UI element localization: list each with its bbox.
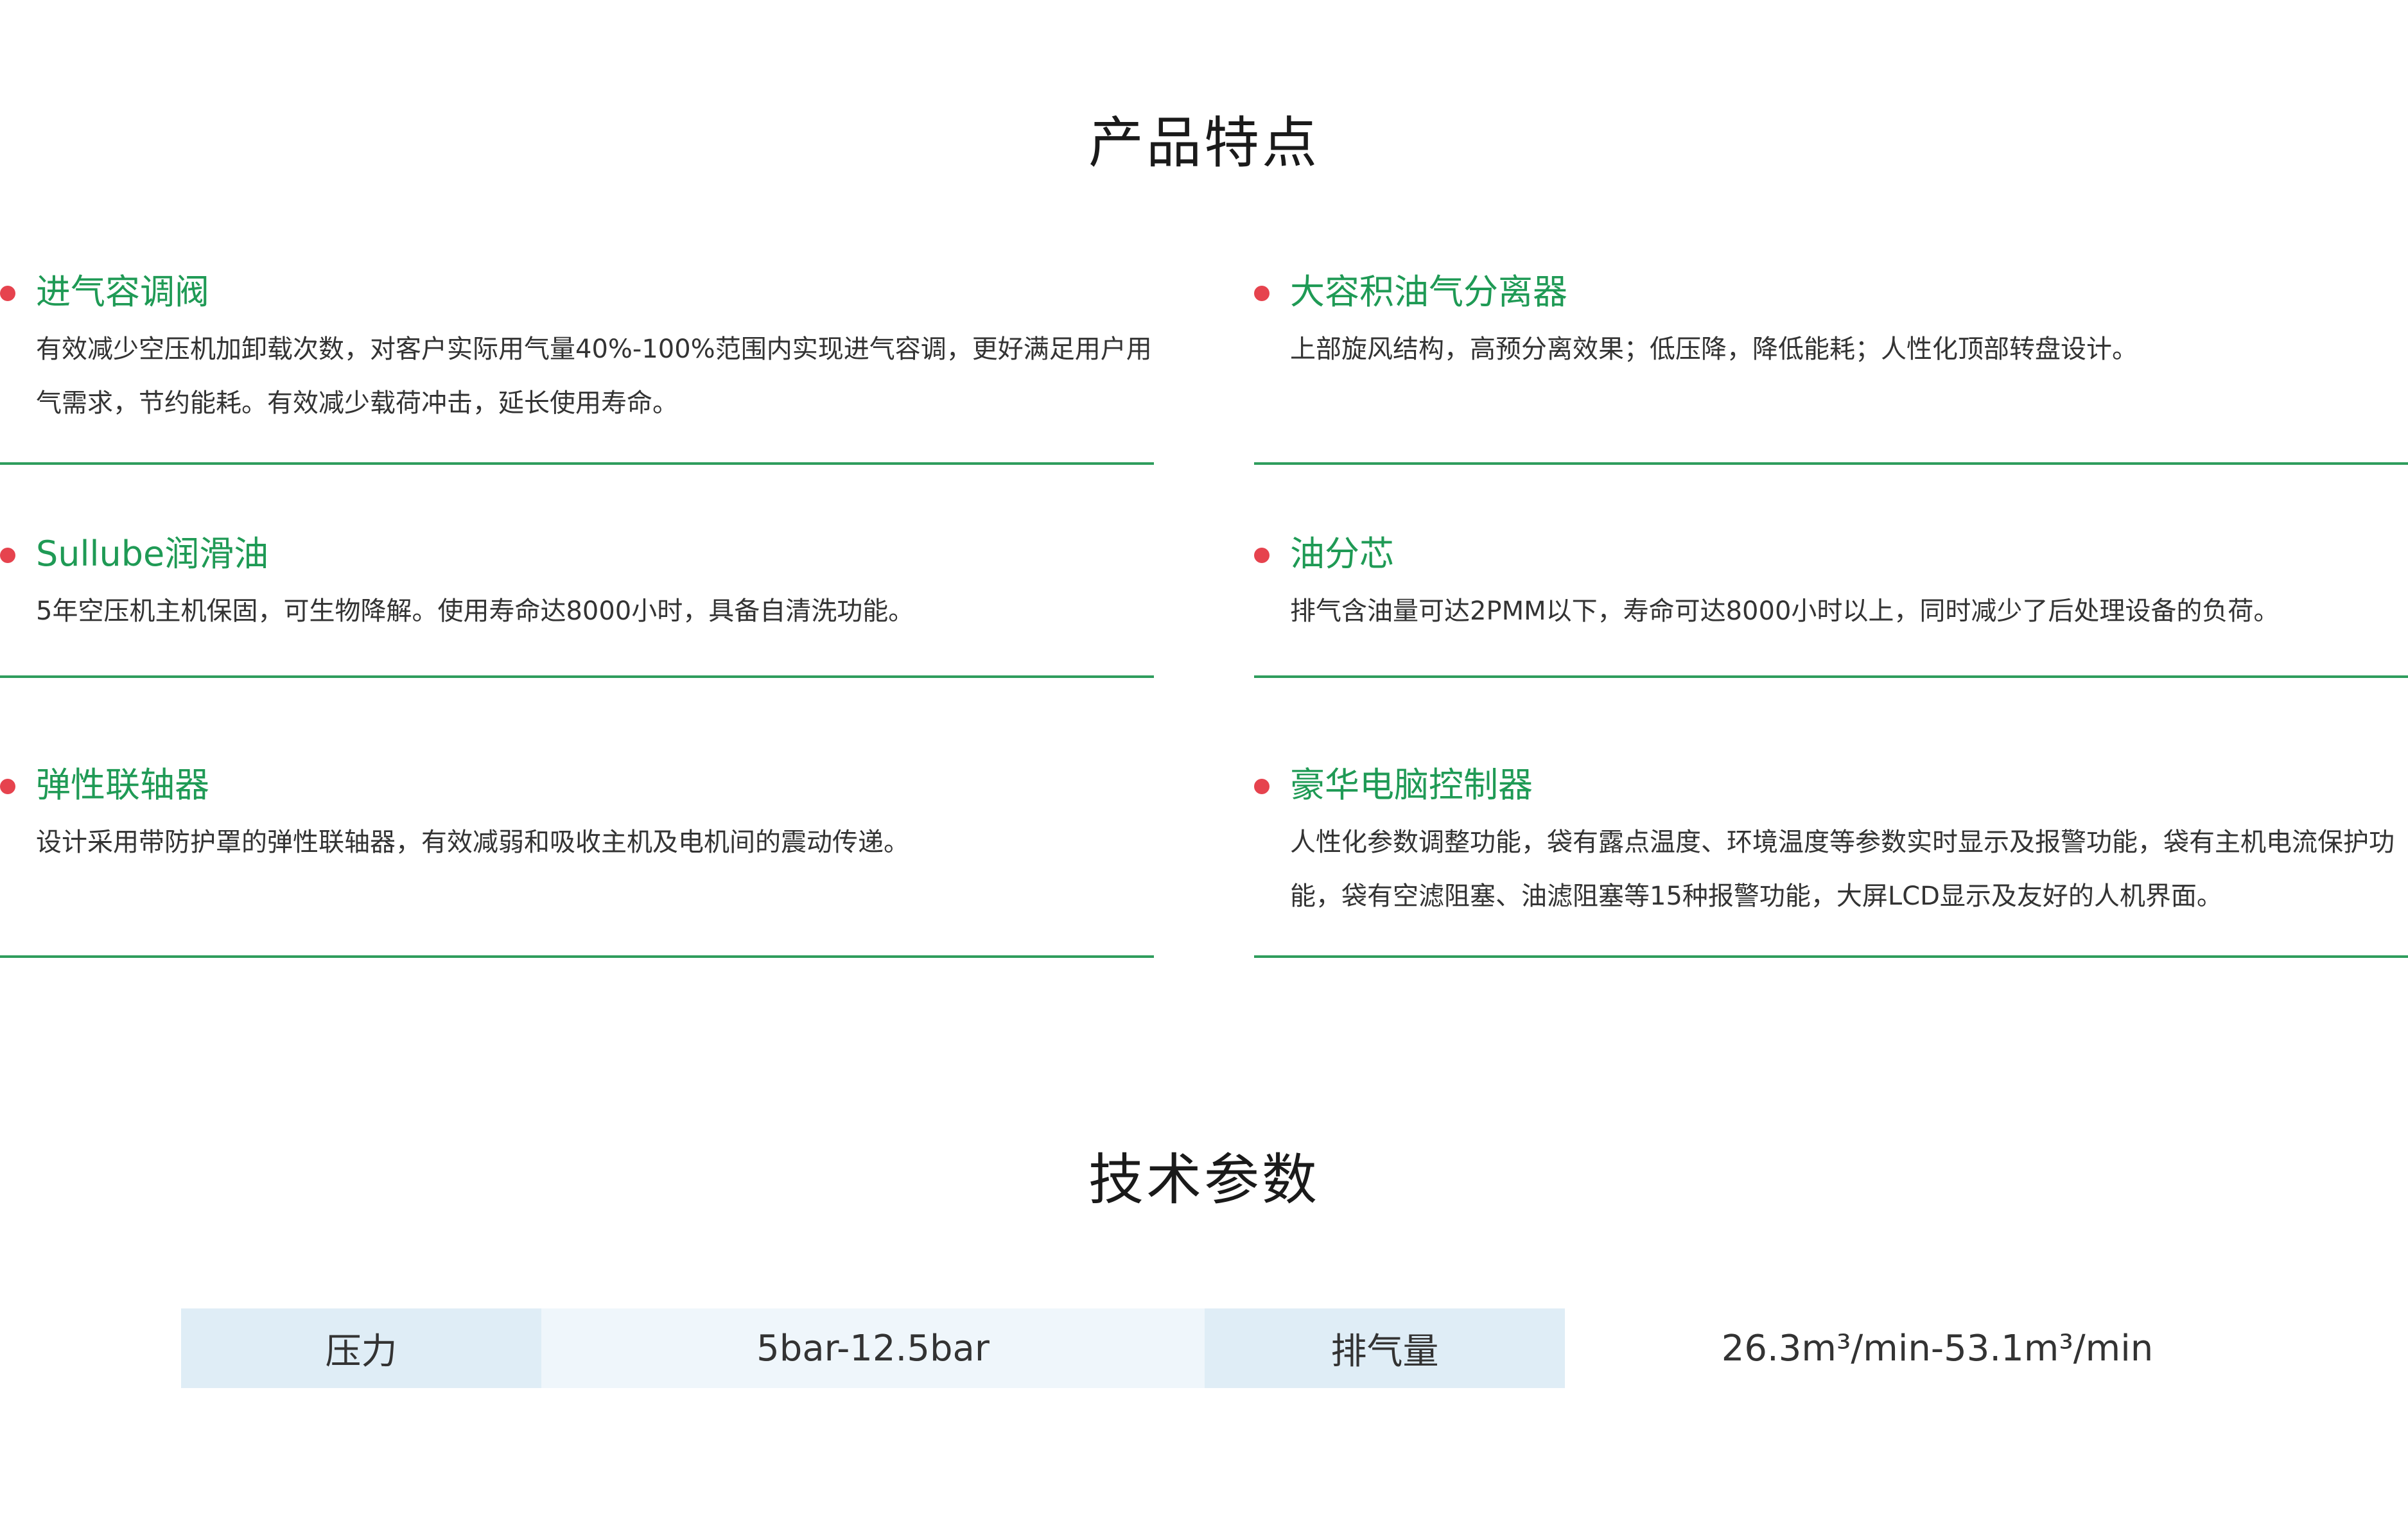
- bullet-dot-icon: [1254, 779, 1269, 794]
- feature-title: 豪华电脑控制器: [1290, 765, 1533, 805]
- bullet-dot-icon: [1254, 548, 1269, 563]
- feature-title: 油分芯: [1290, 534, 1394, 574]
- param-label-displacement: 排气量: [1205, 1308, 1565, 1388]
- bullet-dot-icon: [0, 548, 15, 563]
- feature-item: 进气容调阀 有效减少空压机加卸载次数，对客户实际用气量40%-100%范围内实现…: [0, 263, 1154, 465]
- feature-item: 大容积油气分离器 上部旋风结构，高预分离效果；低压降，降低能耗；人性化顶部转盘设…: [1254, 263, 2408, 465]
- feature-title: 大容积油气分离器: [1290, 272, 1567, 312]
- feature-item: 豪华电脑控制器 人性化参数调整功能，袋有露点温度、环境温度等参数实时显示及报警功…: [1254, 756, 2408, 958]
- feature-description: 5年空压机主机保固，可生物降解。使用寿命达8000小时，具备自清洗功能。: [36, 596, 914, 626]
- feature-title: 弹性联轴器: [36, 765, 209, 805]
- feature-description: 排气含油量可达2PMM以下，寿命可达8000小时以上，同时减少了后处理设备的负荷…: [1290, 596, 2280, 626]
- feature-description: 人性化参数调整功能，袋有露点温度、环境温度等参数实时显示及报警功能，袋有主机电流…: [1290, 828, 2395, 911]
- feature-description: 设计采用带防护罩的弹性联轴器，有效减弱和吸收主机及电机间的震动传递。: [36, 828, 909, 857]
- param-value-pressure: 5bar-12.5bar: [541, 1308, 1205, 1388]
- bullet-dot-icon: [0, 286, 15, 301]
- feature-description: 有效减少空压机加卸载次数，对客户实际用气量40%-100%范围内实现进气容调，更…: [36, 334, 1152, 418]
- param-label-pressure: 压力: [181, 1308, 541, 1388]
- feature-item: 油分芯 排气含油量可达2PMM以下，寿命可达8000小时以上，同时减少了后处理设…: [1254, 525, 2408, 678]
- feature-item: Sullube润滑油 5年空压机主机保固，可生物降解。使用寿命达8000小时，具…: [0, 525, 1154, 678]
- params-table: 压力 5bar-12.5bar 排气量 26.3m³/min-53.1m³/mi…: [181, 1308, 2310, 1388]
- bullet-dot-icon: [1254, 286, 1269, 301]
- feature-title: Sullube润滑油: [36, 534, 269, 574]
- feature-item: 弹性联轴器 设计采用带防护罩的弹性联轴器，有效减弱和吸收主机及电机间的震动传递。: [0, 756, 1154, 958]
- param-value-displacement: 26.3m³/min-53.1m³/min: [1565, 1308, 2310, 1388]
- feature-description: 上部旋风结构，高预分离效果；低压降，降低能耗；人性化顶部转盘设计。: [1290, 334, 2138, 364]
- features-section-title: 产品特点: [1088, 111, 1320, 175]
- params-section-title: 技术参数: [1088, 1148, 1320, 1212]
- bullet-dot-icon: [0, 779, 15, 794]
- feature-title: 进气容调阀: [36, 272, 209, 312]
